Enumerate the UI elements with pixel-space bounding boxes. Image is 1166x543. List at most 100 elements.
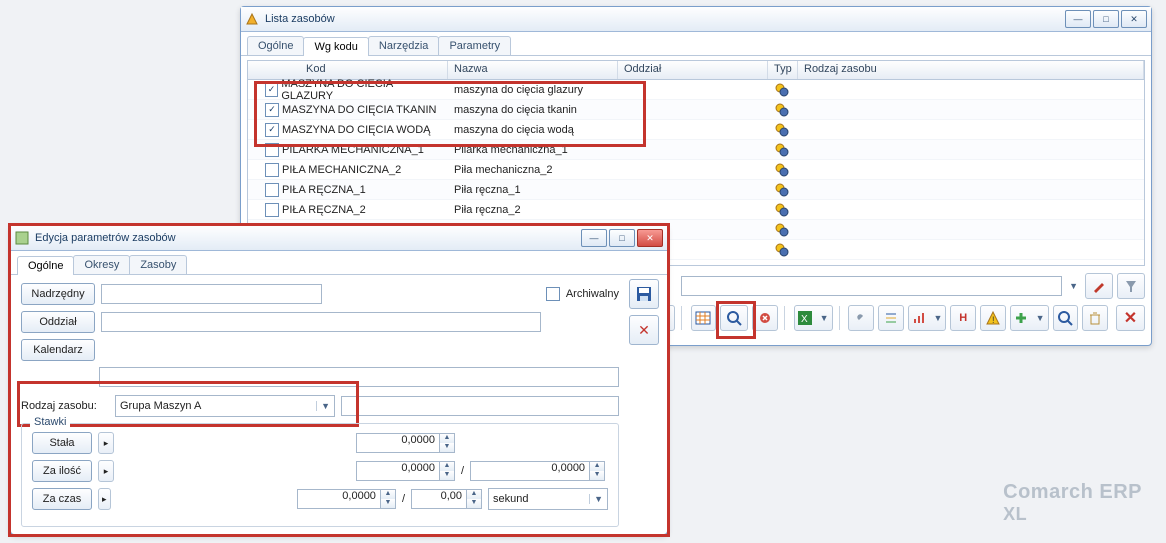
desc-field[interactable] bbox=[99, 367, 619, 387]
wrench-icon[interactable] bbox=[848, 305, 874, 331]
row-kalendarz: Kalendarz bbox=[21, 339, 619, 361]
col-typ[interactable]: Typ bbox=[768, 61, 798, 79]
row-checkbox[interactable]: ✓ bbox=[265, 103, 279, 117]
maximize-button[interactable]: □ bbox=[609, 229, 635, 247]
rodzaj-extra-field[interactable] bbox=[341, 396, 619, 416]
col-oddzial[interactable]: Oddział bbox=[618, 61, 768, 79]
list-window-title: Lista zasobów bbox=[265, 13, 1065, 25]
nadrzedny-button[interactable]: Nadrzędny bbox=[21, 283, 95, 305]
stala-step[interactable]: ▸ bbox=[98, 432, 114, 454]
add-icon[interactable]: ▼ bbox=[1010, 305, 1049, 331]
find-icon[interactable] bbox=[720, 305, 748, 331]
col-rodzaj[interactable]: Rodzaj zasobu bbox=[798, 61, 1144, 79]
row-checkbox[interactable] bbox=[265, 183, 279, 197]
row-checkbox[interactable]: ✓ bbox=[265, 83, 279, 97]
row-desc bbox=[99, 367, 619, 387]
filter-input[interactable] bbox=[681, 276, 1062, 296]
table-row[interactable]: ✓MASZYNA DO CIĘCIA TKANINmaszyna do cięc… bbox=[248, 100, 1144, 120]
stawki-legend: Stawki bbox=[30, 416, 70, 428]
za-czas-b-spinner[interactable]: 0,00 ▲▼ bbox=[411, 489, 482, 509]
stala-spinner[interactable]: 0,0000 ▲▼ bbox=[356, 433, 455, 453]
maximize-button[interactable]: □ bbox=[1093, 10, 1119, 28]
za-ilosc-b-value: 0,0000 bbox=[470, 461, 589, 481]
za-ilosc-button[interactable]: Za ilość bbox=[32, 460, 92, 482]
table-icon[interactable] bbox=[691, 305, 717, 331]
search-icon[interactable] bbox=[1053, 305, 1079, 331]
row-kod: PIŁA RĘCZNA_1 bbox=[282, 184, 366, 196]
close-button[interactable]: ✕ bbox=[637, 229, 663, 247]
time-unit-combo[interactable]: sekund ▼ bbox=[488, 488, 608, 510]
row-checkbox[interactable] bbox=[265, 203, 279, 217]
row-za-ilosc: Za ilość ▸ 0,0000 ▲▼ / 0,0000 ▲▼ bbox=[32, 460, 608, 482]
table-row[interactable]: PIŁA RĘCZNA_1Piła ręczna_1 bbox=[248, 180, 1144, 200]
row-nazwa: maszyna do cięcia tkanin bbox=[454, 104, 577, 116]
save-button[interactable] bbox=[629, 279, 659, 309]
rodzaj-zasobu-combo[interactable]: Grupa Maszyn A ▼ bbox=[115, 395, 335, 417]
tab-ogolne[interactable]: Ogólne bbox=[17, 256, 74, 275]
close-list-button[interactable]: ✕ bbox=[1116, 305, 1145, 331]
col-nazwa[interactable]: Nazwa bbox=[448, 61, 618, 79]
tab-zasoby[interactable]: Zasoby bbox=[129, 255, 187, 274]
archiwalny-label: Archiwalny bbox=[566, 288, 619, 300]
tab-wg-kodu[interactable]: Wg kodu bbox=[303, 37, 368, 56]
delete-button[interactable]: ✕ bbox=[629, 315, 659, 345]
za-ilosc-a-value: 0,0000 bbox=[356, 461, 439, 481]
za-czas-b-value: 0,00 bbox=[411, 489, 466, 509]
row-checkbox[interactable]: ✓ bbox=[265, 123, 279, 137]
za-ilosc-a-spinner[interactable]: 0,0000 ▲▼ bbox=[356, 461, 455, 481]
bars-icon[interactable]: ▼ bbox=[908, 305, 947, 331]
za-ilosc-b-spinner[interactable]: 0,0000 ▲▼ bbox=[470, 461, 605, 481]
filter-edit-icon[interactable] bbox=[1085, 273, 1113, 299]
brand-watermark: Comarch ERP XL bbox=[1003, 481, 1142, 525]
oddzial-button[interactable]: Oddział bbox=[21, 311, 95, 333]
tab-narzedzia[interactable]: Narzędzia bbox=[368, 36, 440, 55]
col-kod[interactable]: Kod bbox=[248, 61, 448, 79]
lines-icon[interactable] bbox=[878, 305, 904, 331]
row-kod: PILARKA MECHANICZNA_1 bbox=[282, 144, 424, 156]
za-czas-a-spinner[interactable]: 0,0000 ▲▼ bbox=[297, 489, 396, 509]
row-checkbox[interactable] bbox=[265, 143, 279, 157]
za-czas-step[interactable]: ▸ bbox=[98, 488, 111, 510]
tab-ogolne[interactable]: Ogólne bbox=[247, 36, 304, 55]
edit-window-title: Edycja parametrów zasobów bbox=[35, 232, 581, 244]
excel-icon[interactable]: X▼ bbox=[794, 305, 833, 331]
close-button[interactable]: ✕ bbox=[1121, 10, 1147, 28]
window-buttons: — □ ✕ bbox=[581, 229, 663, 247]
toolbar-sep bbox=[784, 306, 788, 330]
table-row[interactable]: ✓MASZYNA DO CIĘCIA WODĄ maszyna do cięcia… bbox=[248, 120, 1144, 140]
table-row[interactable]: PIŁA RĘCZNA_2Piła ręczna_2 bbox=[248, 200, 1144, 220]
cut-icon[interactable] bbox=[752, 305, 778, 331]
tab-okresy[interactable]: Okresy bbox=[73, 255, 130, 274]
stala-value: 0,0000 bbox=[356, 433, 439, 453]
kalendarz-button[interactable]: Kalendarz bbox=[21, 339, 95, 361]
row-nazwa: maszyna do cięcia wodą bbox=[454, 124, 574, 136]
edit-window-titlebar: Edycja parametrów zasobów — □ ✕ bbox=[11, 226, 667, 251]
nadrzedny-field[interactable] bbox=[101, 284, 322, 304]
table-row[interactable]: PILARKA MECHANICZNA_1 Pilarka mechaniczna… bbox=[248, 140, 1144, 160]
row-nazwa: Pilarka mechaniczna_1 bbox=[454, 144, 568, 156]
archiwalny-checkbox[interactable] bbox=[546, 287, 560, 301]
filter-funnel-icon[interactable] bbox=[1117, 273, 1145, 299]
table-row[interactable]: PIŁA MECHANICZNA_2Piła mechaniczna_2 bbox=[248, 160, 1144, 180]
tab-parametry[interactable]: Parametry bbox=[438, 36, 511, 55]
row-kod: MASZYNA DO CIĘCIA WODĄ bbox=[282, 124, 431, 136]
minimize-button[interactable]: — bbox=[1065, 10, 1091, 28]
row-nadrzedny: Nadrzędny Archiwalny bbox=[21, 283, 619, 305]
h-icon[interactable]: H bbox=[950, 305, 976, 331]
filter-dropdown-arrow[interactable]: ▼ bbox=[1066, 281, 1081, 291]
za-ilosc-step[interactable]: ▸ bbox=[98, 460, 114, 482]
type-icon bbox=[774, 142, 790, 158]
brand-sub: XL bbox=[1003, 504, 1142, 525]
minimize-button[interactable]: — bbox=[581, 229, 607, 247]
stala-button[interactable]: Stała bbox=[32, 432, 92, 454]
slash: / bbox=[461, 465, 464, 477]
type-icon bbox=[774, 242, 790, 258]
oddzial-field[interactable] bbox=[101, 312, 541, 332]
table-row[interactable]: ✓MASZYNA DO CIECIA GLAZURYmaszyna do cię… bbox=[248, 80, 1144, 100]
warning-icon[interactable]: ! bbox=[980, 305, 1006, 331]
stawki-group: Stawki Stała ▸ 0,0000 ▲▼ Za ilość ▸ 0,00… bbox=[21, 423, 619, 527]
trash-icon[interactable] bbox=[1082, 305, 1108, 331]
row-checkbox[interactable] bbox=[265, 163, 279, 177]
list-window-titlebar: Lista zasobów — □ ✕ bbox=[241, 7, 1151, 32]
za-czas-button[interactable]: Za czas bbox=[32, 488, 92, 510]
